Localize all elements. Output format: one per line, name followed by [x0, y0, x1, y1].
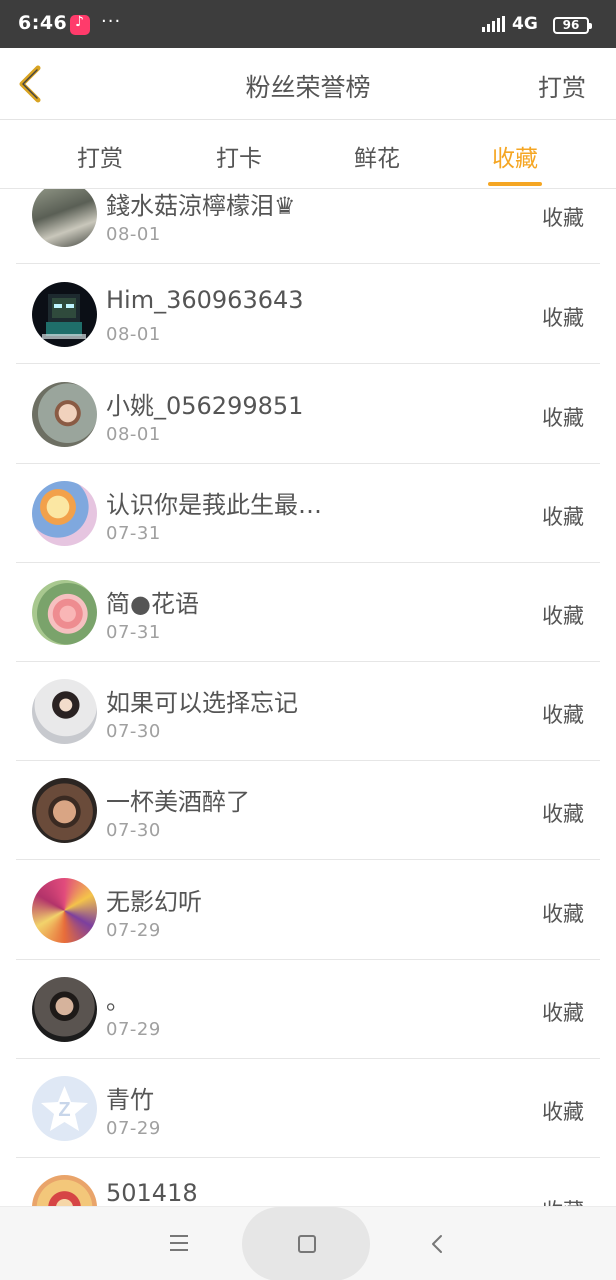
flower-avatar[interactable]	[32, 580, 97, 645]
user-name: 錢水菇涼檸檬泪♛	[106, 192, 296, 220]
network-type: 4G	[512, 14, 538, 34]
item-date: 07-30	[106, 721, 161, 742]
item-action: 收藏	[542, 505, 584, 529]
item-action: 收藏	[542, 604, 584, 628]
user-name: 无影幻听	[106, 888, 202, 916]
user-name: 如果可以选择忘记	[106, 689, 298, 717]
tab-indicator	[488, 182, 542, 186]
girl-photo-avatar[interactable]	[32, 679, 97, 744]
user-name: 。	[106, 987, 130, 1015]
pixel-character-avatar[interactable]	[32, 282, 97, 347]
list-item[interactable]: 小姚_056299851 08-01 收藏	[16, 365, 600, 464]
item-action: 收藏	[542, 703, 584, 727]
user-name: Him_360963643	[106, 286, 304, 314]
photo-avatar[interactable]	[32, 189, 97, 247]
music-app-icon	[70, 14, 90, 35]
tab-label: 收藏	[492, 146, 538, 172]
list-item[interactable]: 简●花语 07-31 收藏	[16, 563, 600, 662]
list-item[interactable]: 。 07-29 收藏	[16, 960, 600, 1059]
back-nav-icon[interactable]	[427, 1233, 447, 1255]
man-portrait-avatar[interactable]	[32, 977, 97, 1042]
child-photo-avatar[interactable]	[32, 382, 97, 447]
tab-bar: 打赏 打卡 鲜花 收藏	[0, 121, 616, 189]
item-date: 07-29	[106, 920, 161, 941]
item-date: 08-01	[106, 324, 161, 345]
page-title: 粉丝荣誉榜	[245, 73, 371, 102]
item-date: 07-30	[106, 820, 161, 841]
tab-reward[interactable]: 打赏	[55, 139, 145, 173]
svg-text:Z: Z	[58, 1099, 70, 1121]
qq-default-avatar[interactable]: Z	[32, 1076, 97, 1141]
tab-favorites[interactable]: 收藏	[470, 139, 560, 186]
item-action: 收藏	[542, 306, 584, 330]
user-name: 简●花语	[106, 590, 199, 618]
item-date: 07-31	[106, 523, 161, 544]
list-item[interactable]: 501418 收藏	[16, 1158, 600, 1206]
man-photo-avatar[interactable]	[32, 778, 97, 843]
list-item[interactable]: 无影幻听 07-29 收藏	[16, 861, 600, 960]
home-icon[interactable]	[298, 1235, 316, 1253]
user-name: 认识你是莪此生最…	[106, 491, 322, 519]
user-name: 青竹	[106, 1086, 154, 1114]
item-date: 07-29	[106, 1118, 161, 1139]
item-date: 07-29	[106, 1019, 161, 1040]
system-navigation-bar	[0, 1206, 616, 1280]
tab-label: 打卡	[216, 146, 262, 172]
item-date: 08-01	[106, 424, 161, 445]
list-item[interactable]: 一杯美酒醉了 07-30 收藏	[16, 761, 600, 860]
menu-icon[interactable]	[170, 1235, 188, 1251]
list-item[interactable]: 认识你是莪此生最… 07-31 收藏	[16, 464, 600, 563]
reward-button[interactable]: 打赏	[538, 68, 586, 103]
item-action: 收藏	[542, 902, 584, 926]
list-item[interactable]: 如果可以选择忘记 07-30 收藏	[16, 662, 600, 761]
list-item[interactable]: Him_360963643 08-01 收藏	[16, 265, 600, 364]
item-action: 收藏	[542, 1001, 584, 1025]
colorful-art-avatar[interactable]	[32, 878, 97, 943]
user-name: 501418	[106, 1179, 198, 1206]
user-name: 小姚_056299851	[106, 392, 304, 420]
tab-flowers[interactable]: 鲜花	[332, 139, 422, 173]
item-action: 收藏	[542, 802, 584, 826]
fan-list[interactable]: 錢水菇涼檸檬泪♛ 08-01 收藏 Him_360963643 08-01 收藏…	[0, 189, 616, 1206]
item-date: 08-01	[106, 224, 161, 245]
anime-avatar[interactable]	[32, 1175, 97, 1206]
item-action: 收藏	[542, 206, 584, 230]
status-bar: 6:46 ··· 4G 96	[0, 0, 616, 48]
tab-checkin[interactable]: 打卡	[194, 139, 284, 173]
user-name: 一杯美酒醉了	[106, 788, 250, 816]
item-date: 07-31	[106, 622, 161, 643]
status-time: 6:46	[18, 12, 68, 34]
item-action: 收藏	[542, 1100, 584, 1124]
more-notifications-icon: ···	[101, 11, 122, 32]
tab-label: 打赏	[77, 146, 123, 172]
list-item[interactable]: Z 青竹 07-29 收藏	[16, 1059, 600, 1158]
app-header: 粉丝荣誉榜 打赏	[0, 48, 616, 120]
item-action: 收藏	[542, 1195, 584, 1206]
signal-icon	[482, 16, 506, 32]
list-item[interactable]: 錢水菇涼檸檬泪♛ 08-01 收藏	[16, 189, 600, 264]
tab-label: 鲜花	[354, 146, 400, 172]
battery-icon: 96	[553, 17, 592, 34]
item-action: 收藏	[542, 406, 584, 430]
anime-avatar[interactable]	[32, 481, 97, 546]
